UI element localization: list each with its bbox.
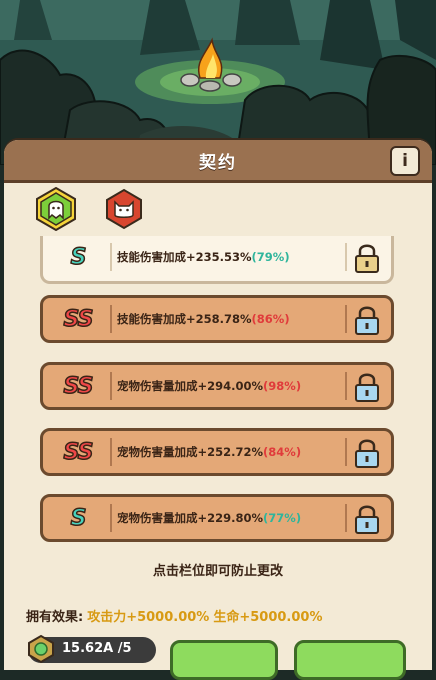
divider [110,504,112,532]
contract-label: 宠物伤害量加成+294.00% [117,379,264,393]
divider [345,438,347,466]
contract-row[interactable]: S 技能伤害加成+235.53%(79%) [40,236,394,284]
tab-cat[interactable] [102,187,146,231]
ghost-icon [36,186,76,232]
contract-label: 宠物伤害量加成+229.80% [117,511,264,525]
lock-icon[interactable] [353,503,381,535]
contract-panel: 契约 i S 技能伤害加成+235.53%(79%) SS 技能伤害加成+258… [4,140,432,680]
life-effect: 生命+5000.00% [213,610,323,625]
effects-label: 拥有效果: [26,610,84,625]
grade-badge: SS [63,306,94,333]
contract-text: 宠物伤害量加成+229.80%(77%) [117,510,301,526]
lock-icon[interactable] [353,437,381,469]
contract-row[interactable]: SS 技能伤害加成+258.78%(86%) [40,295,394,343]
confirm-button[interactable] [294,640,406,680]
lock-icon[interactable] [353,242,381,274]
grade-badge: S [70,505,87,532]
divider [110,438,112,466]
contract-text: 技能伤害加成+258.78%(86%) [117,311,290,327]
info-button[interactable]: i [390,146,420,176]
currency-counter: 15.62A /5 [28,634,156,664]
divider [110,372,112,400]
grade-badge: SS [63,439,94,466]
contract-text: 宠物伤害量加成+294.00%(98%) [117,378,301,394]
divider [110,243,112,271]
contract-percent: (98%) [263,379,302,393]
divider [345,372,347,400]
contract-percent: (79%) [251,250,290,264]
contract-percent: (84%) [263,445,302,459]
contract-text: 技能伤害加成+235.53%(79%) [117,249,290,265]
panel-title: 契约 [199,153,237,173]
contract-percent: (86%) [251,312,290,326]
attack-effect: 攻击力+5000.00% [87,610,210,625]
divider [345,305,347,333]
contract-row[interactable]: SS 宠物伤害量加成+294.00%(98%) [40,362,394,410]
cat-icon [106,188,142,230]
lock-icon[interactable] [353,371,381,403]
lock-hint-text: 点击栏位即可防止更改 [152,564,283,579]
contract-text: 宠物伤害量加成+252.72%(84%) [117,444,301,460]
contract-label: 技能伤害加成+258.78% [117,312,252,326]
divider [110,305,112,333]
panel-header: 契约 i [4,140,432,183]
lock-icon[interactable] [353,304,381,336]
owned-effects: 拥有效果: 攻击力+5000.00% 生命+5000.00% [26,606,322,625]
contract-label: 宠物伤害量加成+252.72% [117,445,264,459]
contract-label: 技能伤害加成+235.53% [117,250,252,264]
contract-percent: (77%) [263,511,302,525]
reroll-button[interactable] [170,640,278,680]
contract-row[interactable]: S 宠物伤害量加成+229.80%(77%) [40,494,394,542]
divider [345,504,347,532]
contract-row[interactable]: SS 宠物伤害量加成+252.72%(84%) [40,428,394,476]
currency-value: 15.62A /5 [62,641,132,656]
grade-badge: S [70,244,87,271]
grade-badge: SS [63,373,94,400]
divider [345,243,347,271]
tab-ghost[interactable] [34,186,78,232]
